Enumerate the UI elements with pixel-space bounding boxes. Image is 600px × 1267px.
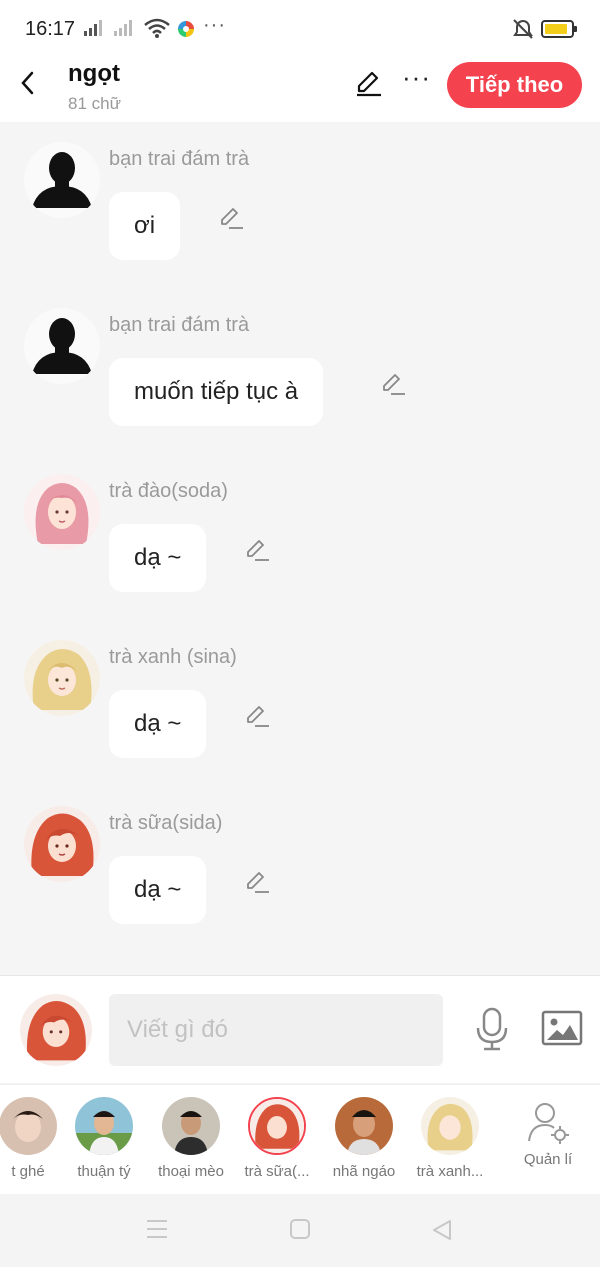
image-icon[interactable]	[541, 1010, 583, 1046]
message-input[interactable]	[109, 994, 443, 1066]
message-item: trà sữa(sida) dạ ~	[0, 786, 600, 924]
message-bubble[interactable]: dạ ~	[109, 856, 207, 924]
avatar	[421, 1097, 479, 1155]
avatar	[0, 1097, 57, 1155]
sender-name: trà xanh (sina)	[109, 646, 237, 668]
system-nav-bar	[0, 1194, 600, 1267]
manage-label: Quản lí	[523, 1151, 573, 1168]
composer	[0, 975, 600, 1083]
more-notifications-icon: ···	[203, 14, 226, 36]
app-notification-icon	[178, 21, 194, 37]
character-name: nhã ngáo	[332, 1163, 396, 1180]
signal-icon-2	[114, 20, 132, 36]
word-count: 81 chữ	[68, 94, 121, 113]
back-icon[interactable]	[18, 70, 38, 96]
back-nav-icon[interactable]	[431, 1218, 453, 1242]
manage-characters-button[interactable]: Quản lí	[508, 1097, 588, 1168]
wifi-icon	[144, 18, 170, 38]
message-bubble[interactable]: muốn tiếp tục à	[109, 358, 324, 426]
character-item[interactable]: trà xanh...	[406, 1097, 494, 1180]
more-options-icon[interactable]: ···	[402, 62, 431, 93]
current-character-avatar[interactable]	[20, 994, 92, 1066]
message-bubble[interactable]: ơi	[109, 192, 181, 260]
message-item: bạn trai đám trà muốn tiếp tục à	[0, 288, 600, 426]
status-bar: 16:17 ···	[0, 0, 600, 58]
chat-area: bạn trai đám trà ơi bạn trai đám trà muố…	[0, 122, 600, 975]
home-nav-icon[interactable]	[289, 1218, 311, 1240]
sender-name: trà sữa(sida)	[109, 812, 223, 834]
edit-message-icon[interactable]	[244, 537, 270, 563]
page-title: ngọt	[68, 60, 120, 87]
header: ngọt 81 chữ ··· Tiếp theo	[0, 58, 600, 122]
edit-message-icon[interactable]	[218, 205, 244, 231]
avatar[interactable]	[24, 640, 100, 716]
message-item: trà xanh (sina) dạ ~	[0, 620, 600, 758]
microphone-icon[interactable]	[472, 1006, 512, 1052]
signal-icon	[84, 20, 102, 36]
status-time: 16:17	[25, 18, 76, 40]
vibrate-mute-icon	[513, 19, 533, 39]
character-item[interactable]: thuận tý	[60, 1097, 148, 1180]
sender-name: bạn trai đám trà	[109, 314, 250, 336]
avatar	[335, 1097, 393, 1155]
sender-name: bạn trai đám trà	[109, 148, 250, 170]
next-button[interactable]: Tiếp theo	[447, 62, 582, 108]
character-name: thuận tý	[77, 1163, 131, 1180]
avatar[interactable]	[24, 474, 100, 550]
character-item[interactable]: thoại mèo	[147, 1097, 235, 1180]
character-name: trà xanh...	[416, 1163, 484, 1180]
character-item-selected[interactable]: trà sữa(...	[233, 1097, 321, 1180]
character-item[interactable]: nhã ngáo	[320, 1097, 408, 1180]
user-settings-icon	[528, 1103, 569, 1144]
message-item: bạn trai đám trà ơi	[0, 122, 600, 260]
battery-icon	[541, 20, 577, 38]
avatar[interactable]	[24, 806, 100, 882]
menu-nav-icon[interactable]	[145, 1218, 169, 1240]
edit-message-icon[interactable]	[244, 869, 270, 895]
edit-message-icon[interactable]	[380, 371, 406, 397]
message-bubble[interactable]: dạ ~	[109, 524, 207, 592]
avatar	[248, 1097, 306, 1155]
sender-name: trà đào(soda)	[109, 480, 228, 502]
character-strip: t ghé thuận tý thoại mèo trà sữa(... nhã…	[0, 1084, 600, 1194]
edit-message-icon[interactable]	[244, 703, 270, 729]
character-name: thoại mèo	[158, 1163, 224, 1180]
avatar[interactable]	[24, 142, 100, 218]
message-item: trà đào(soda) dạ ~	[0, 454, 600, 592]
avatar	[75, 1097, 133, 1155]
avatar[interactable]	[24, 308, 100, 384]
message-bubble[interactable]: dạ ~	[109, 690, 207, 758]
character-name: trà sữa(...	[244, 1163, 310, 1180]
edit-title-icon[interactable]	[354, 70, 384, 98]
avatar	[162, 1097, 220, 1155]
